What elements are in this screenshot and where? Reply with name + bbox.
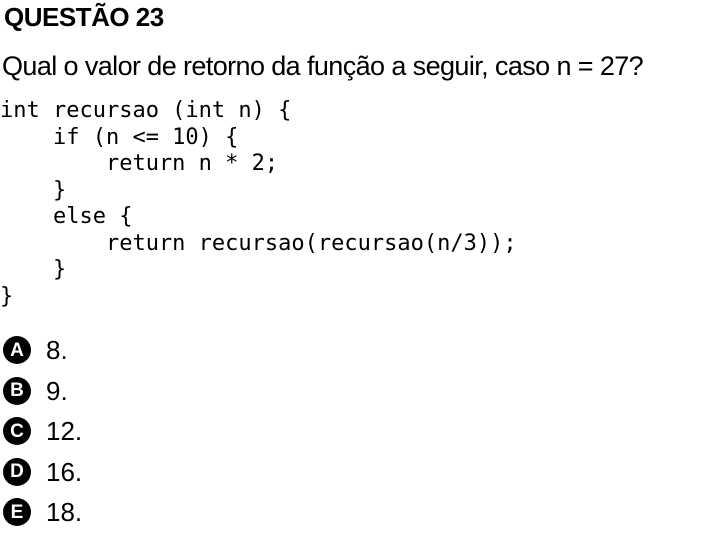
option-text: 8. <box>46 335 68 366</box>
question-prompt: Qual o valor de retorno da função a segu… <box>2 51 644 81</box>
option-a[interactable]: A 8. <box>3 330 82 371</box>
option-text: 9. <box>46 375 68 406</box>
question-title: QUESTÃO 23 <box>4 2 164 32</box>
code-line: } <box>0 257 67 282</box>
option-text: 16. <box>46 456 83 487</box>
code-block: int recursao (int n) { if (n <= 10) { re… <box>0 98 517 310</box>
code-line: return n * 2; <box>0 151 279 176</box>
option-d[interactable]: D 16. <box>3 452 82 493</box>
option-letter-badge: D <box>3 457 31 486</box>
option-c[interactable]: C 12. <box>3 411 82 452</box>
code-line: if (n <= 10) { <box>0 124 239 150</box>
answer-options: A 8. B 9. C 12. D 16. E 18. <box>3 330 82 533</box>
option-letter-badge: C <box>3 417 31 446</box>
option-letter-badge: A <box>3 336 31 365</box>
option-letter-badge: B <box>3 376 31 405</box>
code-line: } <box>0 177 67 203</box>
option-b[interactable]: B 9. <box>3 371 82 412</box>
code-line: } <box>0 283 14 309</box>
option-letter-badge: E <box>3 498 31 527</box>
option-e[interactable]: E 18. <box>3 492 82 533</box>
option-text: 12. <box>46 416 83 447</box>
code-line: else { <box>0 204 133 229</box>
option-text: 18. <box>46 497 83 528</box>
code-line: return recursao(recursao(n/3)); <box>0 230 517 256</box>
code-line: int recursao (int n) { <box>0 98 292 123</box>
